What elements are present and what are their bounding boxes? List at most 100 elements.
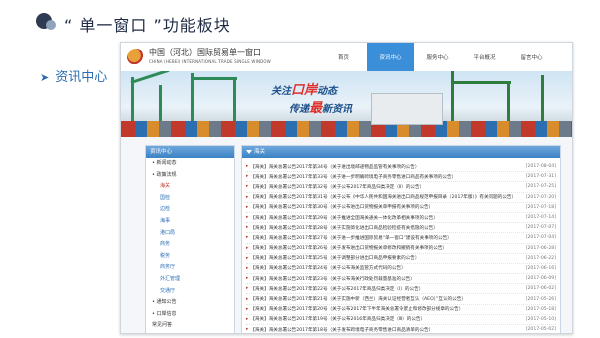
main-nav: 首页 资讯中心 服务中心 平台概况 留言中心 [320, 43, 555, 71]
news-title-link[interactable]: 【海关】海关总署公告2017年第29号（关于推进全国海关通关一体化改革相关事项的… [250, 215, 522, 221]
news-date: [2017-07-20] [525, 194, 556, 200]
news-date: [2017-06-02] [525, 286, 556, 292]
section-label-text: 资讯中心 [55, 70, 108, 85]
nav-news-center[interactable]: 资讯中心 [367, 43, 414, 71]
sidebar-item[interactable]: • 政策法规 [146, 170, 234, 182]
bullet-icon: ▸ [246, 245, 249, 251]
news-row[interactable]: ▸ 【海关】海关总署公告2017年第22号（关于公布2017年商品归类决定（Ⅰ）的… [246, 284, 556, 295]
sidebar-item[interactable]: • 口岸信息 [146, 309, 234, 321]
news-row[interactable]: ▸ 【海关】海关总署公告2017年第25号（关于调整部分进出口商品申报要素的公告）… [246, 254, 556, 264]
news-date: [2017-06-09] [525, 276, 556, 282]
news-title-link[interactable]: 【海关】海关总署公告2017年第33号（关于进一步明确跨境电子商务零售进口商品有… [250, 174, 522, 180]
nav-platform-overview[interactable]: 平台概况 [461, 43, 508, 71]
sidebar-item[interactable]: 海关 [146, 181, 234, 193]
bullet-icon: ▸ [246, 265, 249, 271]
sidebar-item[interactable]: 边检 [146, 204, 234, 216]
news-title-link[interactable]: 【海关】海关总署公告2017年第19号（关于公布2016年商品归类决定（Ⅲ）的公… [250, 316, 522, 322]
site-logo-title[interactable]: 中国（河北）国际贸易单一窗口 [149, 47, 261, 58]
news-row[interactable]: ▸ 【海关】海关总署公告2017年第28号（关于实施简化进出口商品检验检疫有关措施… [246, 223, 556, 234]
news-title-link[interactable]: 【海关】海关总署公告2017年第21号（关于实施中新（西兰）海关认证经营者互认（… [250, 296, 522, 302]
bullet-icon: ▸ [246, 215, 249, 221]
news-row[interactable]: ▸ 【海关】海关总署公告2017年第18号（关于发布跨境电子商务零售进口商品清单的… [246, 325, 556, 333]
slide-title: “ 单一窗口 ”功能板块 [64, 16, 231, 35]
bullet-icon: ▸ [246, 194, 249, 200]
news-title-link[interactable]: 【海关】海关总署公告2017年第22号（关于公布2017年商品归类决定（Ⅰ）的公… [250, 286, 522, 292]
hero-banner: 关注口岸动态 传递最新资讯 [121, 71, 572, 137]
news-row[interactable]: ▸ 【海关】海关总署公告2017年第26号（关于发布进出口货物报关单修改和撤销有关… [246, 244, 556, 254]
news-title-link[interactable]: 【海关】海关总署公告2017年第20号（关于公布2017年下半年海关总署令废止和… [250, 306, 522, 312]
sidebar-item[interactable]: 海事 [146, 216, 234, 228]
nav-message-center[interactable]: 留言中心 [508, 43, 555, 71]
bullet-icon: ▸ [246, 235, 249, 241]
news-title-link[interactable]: 【海关】海关总署公告2017年第32号（关于公布2017年商品归类决定（Ⅱ）的公… [250, 184, 522, 190]
news-row[interactable]: ▸ 【海关】海关总署公告2017年第27号（关于进一步推进国际贸易“单一窗口”建设… [246, 233, 556, 244]
news-title-link[interactable]: 【海关】海关总署公告2017年第27号（关于进一步推进国际贸易“单一窗口”建设有… [250, 235, 522, 241]
arrow-icon: ➤ [40, 71, 50, 84]
section-label: ➤ 资讯中心 [40, 66, 107, 85]
news-panel-header: 海关 [242, 146, 560, 158]
site-logo-icon[interactable] [127, 49, 145, 65]
nav-home[interactable]: 首页 [320, 43, 367, 71]
sidebar-item[interactable]: 商务 [146, 239, 234, 251]
news-title-link[interactable]: 【海关】海关总署公告2017年第30号（关于公布进出口货物报关单申报有关事项的公… [250, 204, 522, 210]
site-header: 中国（河北）国际贸易单一窗口 CHINA (HEBEI) INTERNATION… [121, 43, 572, 71]
news-row[interactable]: ▸ 【海关】海关总署公告2017年第23号（关于公布海关行政处罚裁量基准的公告）[… [246, 274, 556, 285]
news-date: [2017-07-07] [525, 225, 556, 231]
title-bullet-accent-icon [46, 20, 56, 30]
news-title-link[interactable]: 【海关】海关总署公告2017年第23号（关于公布海关行政处罚裁量基准的公告） [250, 276, 522, 282]
news-title-link[interactable]: 【海关】海关总署公告2017年第26号（关于发布进出口货物报关单修改和撤销有关事… [250, 245, 522, 251]
news-panel: 海关 ▸ 【海关】海关总署公告2017年第34号（关于进出境邮递物品监管有关事项的… [241, 145, 561, 333]
news-row[interactable]: ▸ 【海关】海关总署公告2017年第19号（关于公布2016年商品归类决定（Ⅲ）的… [246, 315, 556, 325]
news-title-link[interactable]: 【海关】海关总署公告2017年第24号（关于公布海关监管方式代码的公告） [250, 265, 522, 271]
news-date: [2017-07-25] [525, 184, 556, 190]
crane-graphic [451, 81, 511, 84]
bullet-icon: ▸ [246, 327, 249, 333]
news-row[interactable]: ▸ 【海关】海关总署公告2017年第31号（关于公布《中华人民共和国海关进出口商品… [246, 193, 556, 203]
news-row[interactable]: ▸ 【海关】海关总署公告2017年第29号（关于推进全国海关通关一体化改革相关事项… [246, 213, 556, 224]
news-title-link[interactable]: 【海关】海关总署公告2017年第31号（关于公布《中华人民共和国海关进出口商品规… [250, 194, 522, 200]
crane-graphic [191, 77, 237, 80]
news-row[interactable]: ▸ 【海关】海关总署公告2017年第33号（关于进一步明确跨境电子商务零售进口商品… [246, 172, 556, 183]
bullet-icon: ▸ [246, 306, 249, 312]
news-date: [2017-07-31] [525, 174, 556, 180]
news-date: [2017-05-10] [525, 316, 556, 322]
sidebar: 资讯中心 • 新闻动态 • 政策法规 海关 国检 边检 海事 港口局 商务 税务 商务厅 外汇管理交… [145, 145, 235, 333]
news-row[interactable]: ▸ 【海关】海关总署公告2017年第20号（关于公布2017年下半年海关总署令废止… [246, 305, 556, 315]
sidebar-item[interactable]: 常见问答 [146, 320, 234, 332]
content-area: 资讯中心 • 新闻动态 • 政策法规 海关 国检 边检 海事 港口局 商务 税务 商务厅 外汇管理交… [121, 137, 572, 333]
news-title-link[interactable]: 【海关】海关总署公告2017年第18号（关于发布跨境电子商务零售进口商品清单的公… [250, 327, 522, 333]
nav-service-center[interactable]: 服务中心 [414, 43, 461, 71]
news-date: [2017-05-02] [525, 327, 556, 333]
sidebar-header: 资讯中心 [146, 146, 234, 158]
news-title-link[interactable]: 【海关】海关总署公告2017年第25号（关于调整部分进出口商品申报要素的公告） [250, 255, 522, 261]
news-list: ▸ 【海关】海关总署公告2017年第34号（关于进出境邮递物品监管有关事项的公告）… [242, 158, 560, 333]
bullet-icon: ▸ [246, 255, 249, 261]
news-title-link[interactable]: 【海关】海关总署公告2017年第28号（关于实施简化进出口商品检验检疫有关措施的… [250, 225, 522, 231]
triangle-down-icon [246, 150, 252, 154]
bullet-icon: ▸ [246, 286, 249, 292]
bullet-icon: ▸ [246, 316, 249, 322]
news-row[interactable]: ▸ 【海关】海关总署公告2017年第21号（关于实施中新（西兰）海关认证经营者互认… [246, 294, 556, 305]
news-date: [2017-06-28] [525, 245, 556, 251]
sidebar-item[interactable]: 商务厅 [146, 262, 234, 274]
news-row[interactable]: ▸ 【海关】海关总署公告2017年第34号（关于进出境邮递物品监管有关事项的公告）… [246, 162, 556, 173]
news-title-link[interactable]: 【海关】海关总署公告2017年第34号（关于进出境邮递物品监管有关事项的公告） [250, 164, 522, 170]
news-row[interactable]: ▸ 【海关】海关总署公告2017年第30号（关于公布进出口货物报关单申报有关事项的… [246, 203, 556, 213]
news-date: [2017-05-26] [525, 296, 556, 302]
site-logo-subtitle: CHINA (HEBEI) INTERNATIONAL TRADE SINGLE… [149, 59, 271, 64]
sidebar-item[interactable]: 港口局 [146, 228, 234, 240]
sidebar-item[interactable]: 外汇管理 [146, 274, 234, 286]
news-row[interactable]: ▸ 【海关】海关总署公告2017年第32号（关于公布2017年商品归类决定（Ⅱ）的… [246, 182, 556, 193]
sidebar-list: • 新闻动态 • 政策法规 海关 国检 边检 海事 港口局 商务 税务 商务厅 外汇管理 交通厅 • 通… [146, 158, 234, 332]
sidebar-item[interactable]: • 新闻动态 [146, 158, 234, 170]
sidebar-item[interactable]: 交通厅 [146, 286, 234, 298]
crane-graphic [130, 71, 170, 84]
news-row[interactable]: ▸ 【海关】海关总署公告2017年第24号（关于公布海关监管方式代码的公告） [20… [246, 264, 556, 275]
sidebar-item[interactable]: 国检 [146, 193, 234, 205]
sidebar-item[interactable]: 税务 [146, 251, 234, 263]
news-date: [2017-07-14] [525, 215, 556, 221]
news-date: [2017-07-04] [525, 235, 556, 241]
banner-slogan-line1: 关注口岸动态 [271, 83, 338, 98]
banner-slogan-line2: 传递最新资讯 [289, 101, 353, 116]
sidebar-item[interactable]: • 通知公告 [146, 297, 234, 309]
